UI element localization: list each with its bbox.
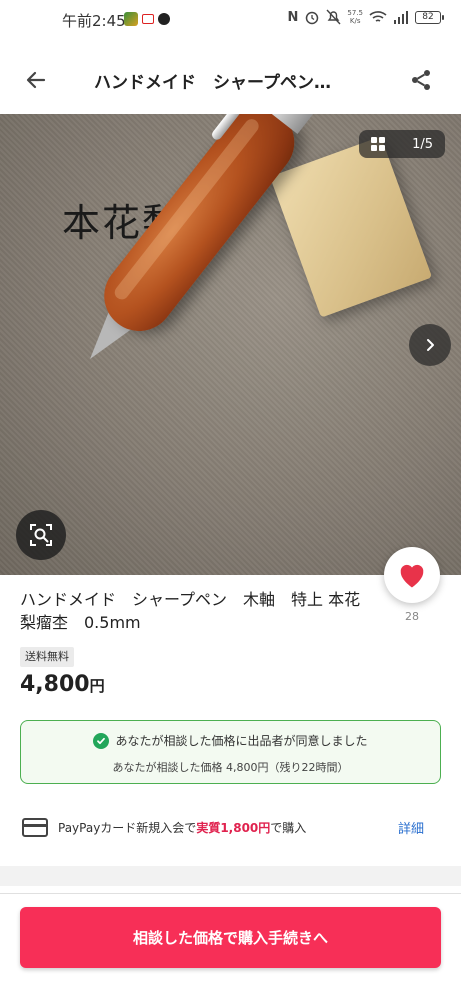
product-title: ハンドメイド シャープペン 木軸 特上 本花梨瘤杢 0.5mm (20, 590, 361, 632)
details-link[interactable]: 詳細 (398, 818, 424, 837)
signal-icon (394, 10, 408, 24)
watch-icon (158, 13, 170, 25)
like-button[interactable] (384, 547, 440, 603)
mail-icon (142, 14, 154, 24)
alarm-icon (306, 11, 319, 25)
grid-icon (371, 137, 385, 151)
price-value: 4,800 (20, 672, 90, 697)
battery-icon: 82 (415, 10, 444, 24)
offer-agreement-box: あなたが相談した価格に出品者が同意しました あなたが相談した価格 4,800円（… (20, 720, 441, 784)
agreement-message-row: あなたが相談した価格に出品者が同意しました (21, 732, 440, 749)
like-count: 28 (405, 610, 419, 623)
notification-icons (124, 12, 170, 26)
image-counter[interactable]: 1/5 (359, 130, 445, 158)
price-unit: 円 (89, 677, 105, 695)
paypay-prefix: PayPayカード新規入会で (58, 820, 197, 835)
arrow-left-icon (26, 71, 46, 89)
net-speed: 57.5 K/s (347, 9, 363, 25)
page-title: ハンドメイド シャープペン… (94, 73, 331, 93)
nfc-icon: N (287, 9, 299, 25)
section-divider (0, 866, 461, 886)
purchase-button[interactable]: 相談した価格で購入手続きへ (20, 907, 441, 968)
product-image-carousel[interactable]: 本花梨瘤 1/5 (0, 114, 461, 575)
net-speed-unit: K/s (349, 17, 361, 25)
price: 4,800円 (20, 672, 105, 697)
check-circle-icon (93, 732, 110, 749)
share-button[interactable] (403, 62, 439, 98)
wifi-icon (369, 11, 387, 22)
game-app-icon (124, 12, 138, 26)
paypay-text: PayPayカード新規入会で実質1,800円で購入 (58, 819, 306, 836)
status-time: 午前2:45 (62, 12, 126, 30)
paypay-suffix: で購入 (270, 820, 307, 835)
image-search-button[interactable] (16, 510, 66, 560)
image-search-icon (30, 524, 52, 546)
app-bar: ハンドメイド シャープペン… (0, 48, 461, 110)
next-image-button[interactable] (409, 324, 451, 366)
image-counter-text: 1/5 (412, 136, 433, 152)
status-bar: 午前2:45 N 57.5 K/s 82 (0, 0, 461, 40)
share-icon (412, 70, 430, 90)
net-speed-value: 57.5 (347, 9, 363, 17)
shipping-badge: 送料無料 (20, 647, 74, 667)
back-button[interactable] (18, 62, 54, 98)
credit-card-icon (22, 817, 48, 837)
agreement-detail: あなたが相談した価格 4,800円（残り22時間） (112, 761, 349, 774)
mute-icon (326, 9, 341, 25)
status-right: N 57.5 K/s 82 (287, 9, 444, 25)
paypay-promo[interactable]: PayPayカード新規入会で実質1,800円で購入 詳細 (22, 814, 430, 840)
bottom-bar-border (0, 893, 461, 894)
paypay-highlight: 実質1,800円 (196, 820, 271, 835)
heart-icon (400, 564, 424, 588)
agreement-message: あなたが相談した価格に出品者が同意しました (115, 734, 368, 748)
chevron-right-icon (427, 339, 434, 351)
